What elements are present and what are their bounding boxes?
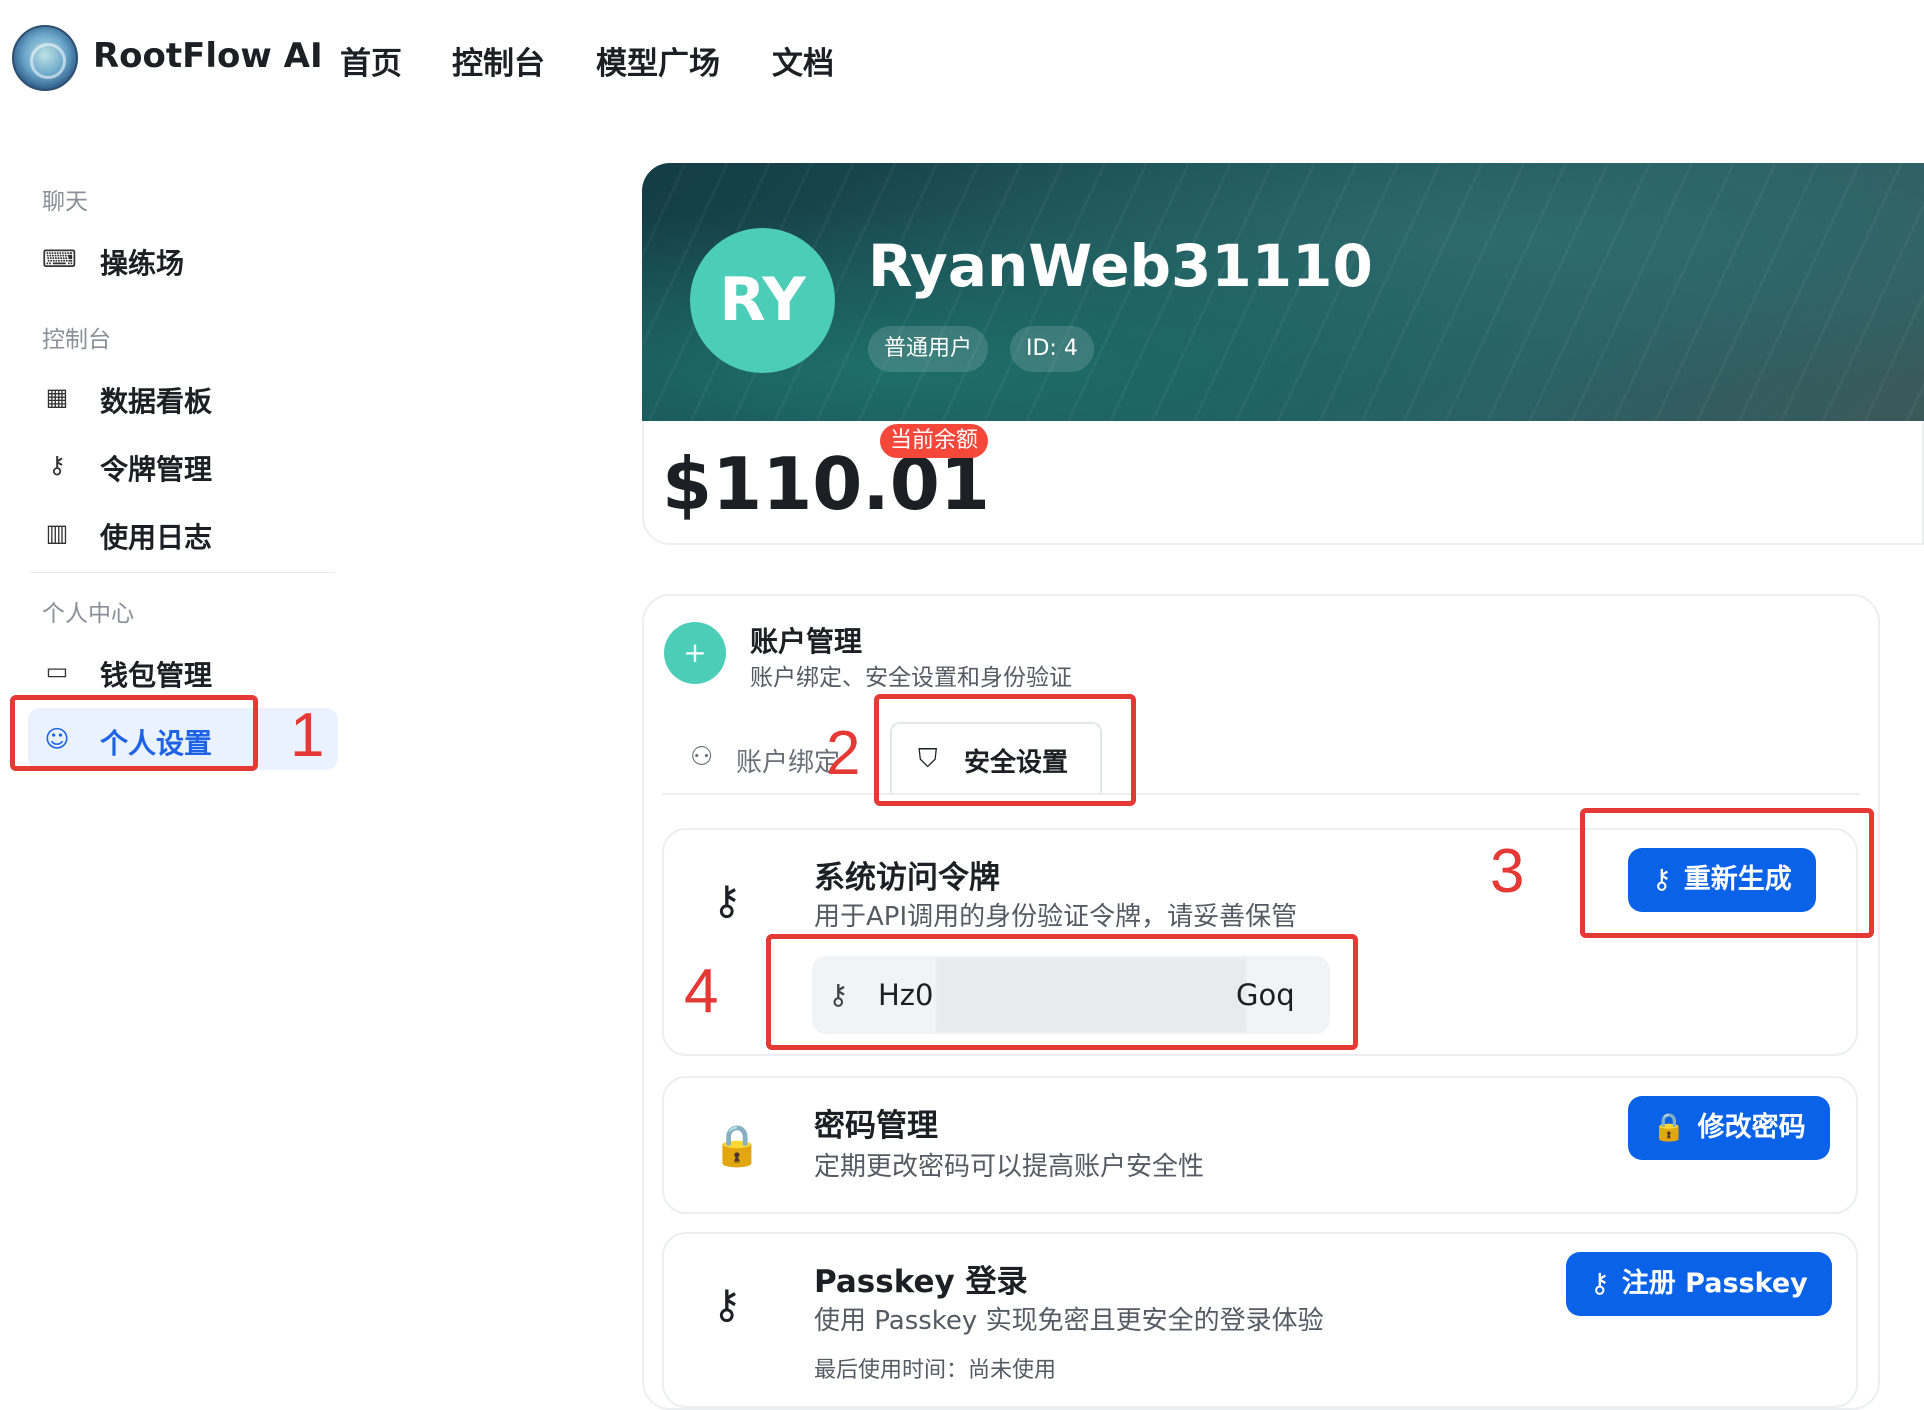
annotation-number-2: 2 bbox=[826, 719, 861, 788]
sidebar-group-chat: 聊天 bbox=[42, 189, 88, 215]
register-passkey-button[interactable]: ⚷ 注册 Passkey bbox=[1566, 1252, 1832, 1316]
sidebar-item-token-management[interactable]: ⚷ 令牌管理 bbox=[28, 434, 338, 496]
sidebar-item-label: 数据看板 bbox=[100, 385, 213, 418]
tab-underline bbox=[662, 793, 1860, 795]
user-plus-icon: + bbox=[664, 622, 726, 684]
sidebar-item-label: 操练场 bbox=[100, 247, 185, 280]
annotation-box-1 bbox=[10, 695, 258, 771]
dashboard-grid-icon: ▦ bbox=[45, 383, 69, 411]
annotation-box-2 bbox=[874, 694, 1136, 806]
user-plus-icon: ⚇ bbox=[690, 742, 714, 772]
user-id-badge: ID: 4 bbox=[1010, 326, 1094, 372]
sidebar-divider bbox=[30, 572, 335, 573]
rootflow-logo-icon[interactable] bbox=[12, 25, 78, 91]
key-icon: ⚷ bbox=[712, 1282, 742, 1328]
password-subtitle: 定期更改密码可以提高账户安全性 bbox=[814, 1152, 1205, 1182]
top-header: RootFlow AI 首页 控制台 模型广场 文档 bbox=[0, 0, 1924, 120]
password-title: 密码管理 bbox=[814, 1108, 938, 1144]
change-password-button[interactable]: 🔒 修改密码 bbox=[1628, 1096, 1830, 1160]
profile-username: RyanWeb31110 bbox=[868, 232, 1373, 300]
sidebar-item-wallet[interactable]: ▭ 钱包管理 bbox=[28, 640, 338, 702]
nav-console[interactable]: 控制台 bbox=[452, 38, 545, 83]
bar-chart-icon: ▥ bbox=[45, 519, 69, 547]
key-icon: ⚷ bbox=[712, 878, 742, 924]
annotation-box-4 bbox=[766, 934, 1358, 1050]
annotation-number-3: 3 bbox=[1490, 837, 1525, 906]
annotation-number-1: 1 bbox=[290, 701, 325, 770]
account-management-subtitle: 账户绑定、安全设置和身份验证 bbox=[750, 665, 1072, 691]
sidebar-item-usage-logs[interactable]: ▥ 使用日志 bbox=[28, 502, 338, 564]
balance-badge: 当前余额 bbox=[880, 424, 989, 458]
sidebar-item-label: 令牌管理 bbox=[100, 453, 213, 486]
terminal-icon: ⌨ bbox=[42, 245, 77, 273]
token-subtitle: 用于API调用的身份验证令牌，请妥善保管 bbox=[814, 902, 1298, 932]
sidebar-group-console: 控制台 bbox=[42, 327, 111, 353]
passkey-last-used: 最后使用时间：尚未使用 bbox=[814, 1358, 1057, 1383]
annotation-number-4: 4 bbox=[684, 957, 719, 1026]
nav-home[interactable]: 首页 bbox=[340, 38, 402, 83]
wallet-icon: ▭ bbox=[45, 657, 69, 685]
nav-model-square[interactable]: 模型广场 bbox=[596, 38, 720, 83]
token-title: 系统访问令牌 bbox=[814, 860, 1000, 896]
sidebar-group-personal: 个人中心 bbox=[42, 601, 134, 627]
sidebar-item-playground[interactable]: ⌨ 操练场 bbox=[28, 228, 338, 290]
key-icon: ⚷ bbox=[48, 451, 66, 479]
avatar: RY bbox=[690, 228, 835, 373]
sidebar-item-label: 钱包管理 bbox=[100, 659, 213, 692]
sidebar-item-label: 使用日志 bbox=[100, 521, 213, 554]
passkey-title: Passkey 登录 bbox=[814, 1264, 1028, 1300]
annotation-box-3 bbox=[1580, 808, 1874, 938]
lock-icon: 🔒 bbox=[1652, 1112, 1686, 1143]
tab-label: 账户绑定 bbox=[736, 748, 841, 778]
key-icon: ⚷ bbox=[1590, 1268, 1610, 1299]
sidebar-item-dashboard[interactable]: ▦ 数据看板 bbox=[28, 366, 338, 428]
role-badge: 普通用户 bbox=[868, 326, 989, 372]
nav-docs[interactable]: 文档 bbox=[772, 38, 834, 83]
passkey-subtitle: 使用 Passkey 实现免密且更安全的登录体验 bbox=[814, 1306, 1324, 1336]
brand-name[interactable]: RootFlow AI bbox=[93, 36, 323, 76]
lock-icon: 🔒 bbox=[712, 1123, 762, 1169]
account-management-title: 账户管理 bbox=[750, 625, 863, 658]
